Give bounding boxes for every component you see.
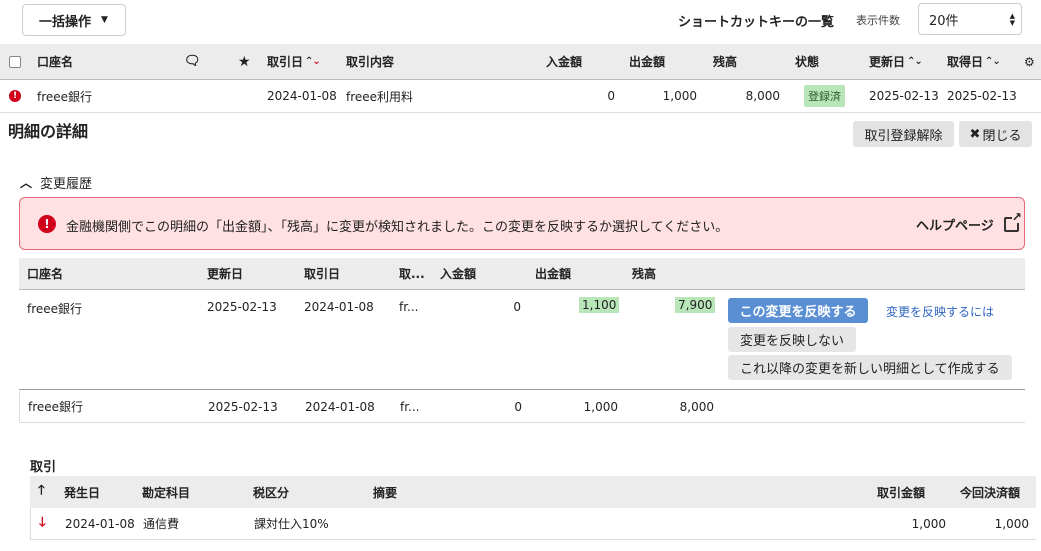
header-balance: 残高: [712, 55, 737, 69]
collapse-up-arrow-icon[interactable]: 🡑: [38, 476, 45, 508]
header-updated[interactable]: 更新日 ⌃⌄: [869, 44, 923, 79]
row-acquired: 2025-02-13: [947, 89, 1017, 103]
shortcut-list-link[interactable]: ショートカットキーの一覧: [678, 11, 834, 30]
transactions-header: 🡑 発生日 勘定科目 税区分 摘要 取引金額 今回決済額: [30, 476, 1036, 508]
hist-desc: fr...: [399, 300, 419, 314]
hist-account: freee銀行: [27, 302, 83, 316]
history-row-old: freee銀行 2025-02-13 2024-01-08 fr... 0 1,…: [19, 391, 1025, 423]
hist-header-balance: 残高: [632, 267, 657, 281]
history-toggle-label: 変更履歴: [40, 177, 93, 192]
sort-icon: ⌃⌄: [907, 56, 923, 67]
alert-icon: !: [9, 80, 21, 112]
change-alert: ! 金融機関側でこの明細の「出金額」、「残高」に変更が検知されました。この変更を…: [19, 197, 1025, 250]
txn-header-amount: 取引金額: [876, 485, 925, 500]
sort-icon: ⌃⌄: [985, 56, 1001, 67]
txn-amount: 1,000: [911, 516, 946, 531]
row-date: 2024-01-08: [267, 89, 337, 103]
bulk-action-label: 一括操作: [39, 14, 92, 30]
close-icon: ✖: [969, 126, 981, 142]
header-date-label: 取引日: [267, 55, 304, 69]
txn-account-item: 通信費: [143, 517, 180, 531]
main-table-header: 口座名 🗨 ★ 取引日 ⌃⌄ 取引内容 入金額 出金額 残高 状態 更新日 ⌃⌄…: [0, 44, 1041, 80]
chevron-up-icon: ︿: [20, 176, 33, 190]
star-icon[interactable]: ★: [238, 44, 251, 79]
txn-header-account-item: 勘定科目: [142, 485, 191, 500]
header-status: 状態: [795, 55, 820, 69]
hist-header-desc: 取...: [399, 267, 425, 281]
top-toolbar: 一括操作 ▼ ショートカットキーの一覧 表示件数 20件 ▲ ▼: [0, 0, 1041, 44]
row-deposit: 0: [607, 89, 615, 103]
detail-title: 明細の詳細: [8, 122, 89, 141]
row-description: freee利用料: [346, 89, 414, 104]
hist-desc: fr...: [400, 399, 420, 414]
header-account: 口座名: [37, 55, 74, 69]
hist-deposit: 0: [514, 399, 522, 414]
hist-header-deposit: 入金額: [440, 267, 477, 281]
howto-apply-link[interactable]: 変更を反映するには: [886, 303, 994, 320]
header-acquired-label: 取得日: [947, 55, 984, 69]
txn-header-tax: 税区分: [253, 485, 290, 500]
hist-balance-changed: 7,900: [675, 297, 716, 313]
hist-header-date: 取引日: [304, 267, 341, 281]
hist-header-updated: 更新日: [207, 267, 244, 281]
header-description: 取引内容: [346, 55, 395, 69]
bulk-action-button[interactable]: 一括操作 ▼: [22, 4, 126, 36]
reject-change-button[interactable]: 変更を反映しない: [728, 327, 857, 352]
txn-header-date: 発生日: [64, 485, 101, 500]
perpage-label: 表示件数: [856, 14, 900, 27]
transactions-title: 取引: [30, 460, 57, 475]
hist-balance: 8,000: [679, 399, 714, 414]
caret-down-icon: ▼: [101, 15, 108, 25]
row-updated: 2025-02-13: [869, 89, 939, 103]
history-row-new: freee銀行 2025-02-13 2024-01-08 fr... 0 1,…: [19, 290, 1025, 390]
header-deposit: 入金額: [545, 55, 582, 69]
hist-withdrawal: 1,000: [583, 399, 618, 414]
hist-date: 2024-01-08: [305, 399, 375, 414]
apply-change-button[interactable]: この変更を反映する: [728, 298, 868, 323]
table-row[interactable]: ! freee銀行 2024-01-08 freee利用料 0 1,000 8,…: [0, 80, 1041, 113]
hist-date: 2024-01-08: [304, 300, 374, 314]
history-toggle[interactable]: ︿ 変更履歴: [20, 173, 92, 192]
row-account: freee銀行: [37, 89, 93, 104]
help-page-label: ヘルプページ: [916, 219, 994, 234]
txn-settled: 1,000: [994, 516, 1029, 531]
create-new-statement-button[interactable]: これ以降の変更を新しい明細として作成する: [728, 355, 1012, 380]
header-updated-label: 更新日: [869, 55, 906, 69]
expense-down-arrow-icon: 🡓: [39, 514, 46, 530]
select-arrows-icon: ▲ ▼: [1009, 12, 1015, 27]
alert-message: 金融機関側でこの明細の「出金額」、「残高」に変更が検知されました。この変更を反映…: [66, 220, 729, 235]
header-acquired[interactable]: 取得日 ⌃⌄: [947, 44, 1001, 79]
history-table-header: 口座名 更新日 取引日 取... 入金額 出金額 残高: [19, 258, 1025, 290]
row-withdrawal: 1,000: [662, 89, 697, 103]
hist-updated: 2025-02-13: [207, 300, 277, 314]
txn-header-memo: 摘要: [373, 485, 398, 500]
alert-icon: !: [38, 215, 56, 233]
external-link-icon: [1003, 211, 1022, 232]
hist-withdrawal-changed: 1,100: [579, 297, 620, 313]
txn-date: 2024-01-08: [65, 516, 135, 531]
hist-updated: 2025-02-13: [208, 399, 278, 414]
help-page-link[interactable]: ヘルプページ: [916, 211, 1022, 234]
perpage-value: 20件: [929, 13, 959, 29]
header-date[interactable]: 取引日 ⌃⌄: [267, 44, 321, 79]
txn-header-settled: 今回決済額: [959, 485, 1020, 500]
header-withdrawal: 出金額: [628, 55, 665, 69]
hist-header-withdrawal: 出金額: [535, 267, 572, 281]
select-all-checkbox[interactable]: [9, 44, 21, 79]
status-badge: 登録済: [804, 85, 845, 107]
close-label: 閉じる: [982, 128, 1022, 144]
hist-deposit: 0: [513, 300, 521, 314]
hist-header-account: 口座名: [27, 267, 64, 281]
unregister-button[interactable]: 取引登録解除: [853, 121, 954, 147]
perpage-select[interactable]: 20件 ▲ ▼: [918, 3, 1022, 35]
close-button[interactable]: ✖ 閉じる: [959, 121, 1032, 147]
comment-icon[interactable]: 🗨: [184, 44, 201, 79]
table-row[interactable]: 🡓 2024-01-08 通信費 課対仕入10% 1,000 1,000: [30, 508, 1036, 540]
row-balance: 8,000: [745, 89, 780, 103]
column-settings-icon[interactable]: ⚙: [1024, 44, 1035, 79]
sort-desc-icon: ⌃⌄: [305, 56, 321, 67]
hist-account: freee銀行: [28, 400, 84, 414]
txn-tax: 課対仕入10%: [254, 517, 329, 531]
